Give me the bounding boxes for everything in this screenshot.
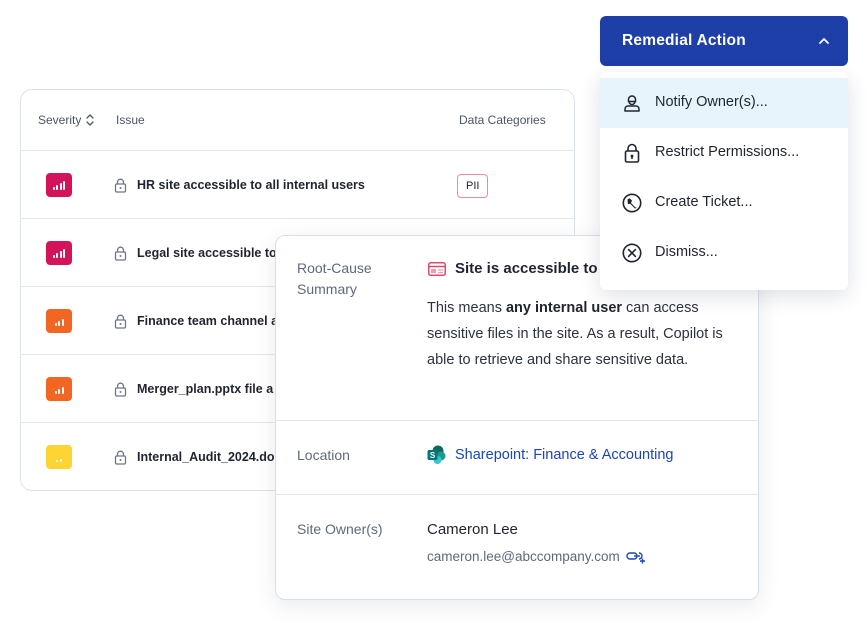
root-cause-label: Root-Cause Summary (297, 260, 372, 297)
severity-high-badge (46, 377, 72, 401)
menu-item-dismiss[interactable]: Dismiss... (600, 228, 848, 278)
description-text: This means (427, 300, 506, 316)
data-category-tag: PII (457, 174, 489, 198)
severity-header-label: Severity (38, 113, 82, 127)
site-owner-label: Site Owner(s) (297, 521, 383, 537)
root-cause-title: Site is accessible to (428, 260, 598, 277)
copy-link-icon[interactable] (626, 550, 646, 564)
chevron-up-icon (819, 38, 829, 44)
location-section: Location S Sharepoint: Finance & Account… (276, 421, 758, 495)
svg-text:S: S (430, 451, 436, 460)
close-circle-icon (622, 243, 642, 263)
description-emphasis: any internal user (505, 300, 623, 316)
lock-icon (624, 143, 640, 163)
issue-text: Internal_Audit_2024.do (137, 450, 275, 464)
issue-text: Finance team channel a (137, 314, 279, 328)
lock-icon (114, 314, 127, 329)
lock-icon (114, 178, 127, 193)
issue-column-header: Issue (116, 113, 145, 127)
severity-medium-badge (46, 445, 72, 469)
owner-email: cameron.lee@abccompany.com (427, 549, 620, 564)
menu-item-label: Restrict Permissions... (655, 144, 800, 160)
lock-icon (114, 246, 127, 261)
severity-high-badge (46, 309, 72, 333)
sharepoint-icon: S (427, 445, 446, 464)
menu-item-restrict-permissions[interactable]: Restrict Permissions... (600, 128, 848, 178)
table-row[interactable]: HR site accessible to all internal users… (21, 151, 574, 219)
severity-column-header[interactable]: Severity (38, 113, 95, 127)
location-link[interactable]: S Sharepoint: Finance & Accounting (427, 445, 673, 465)
data-categories-column-header: Data Categories (459, 113, 546, 127)
remedial-action-button[interactable]: Remedial Action (600, 16, 848, 66)
location-value: Sharepoint: Finance & Accounting (455, 447, 674, 463)
location-label: Location (297, 447, 350, 463)
severity-critical-badge (46, 241, 72, 265)
severity-critical-badge (46, 173, 72, 197)
table-header: Severity Issue Data Categories (21, 90, 574, 151)
owner-name: Cameron Lee (427, 521, 518, 538)
lock-icon (114, 382, 127, 397)
issue-text: HR site accessible to all internal users (137, 178, 365, 192)
site-owner-section: Site Owner(s) Cameron Lee cameron.lee@ab… (276, 495, 758, 600)
owner-email-link[interactable]: cameron.lee@abccompany.com (427, 549, 646, 564)
root-cause-title-text: Site is accessible to (455, 260, 598, 277)
issue-text: Merger_plan.pptx file a (137, 382, 274, 396)
person-icon (624, 95, 640, 112)
root-cause-description: This means any internal user can access … (427, 295, 737, 373)
lock-icon (114, 450, 127, 465)
issue-text: Legal site accessible to (137, 246, 277, 260)
remedial-action-label: Remedial Action (622, 32, 746, 49)
menu-item-create-ticket[interactable]: Create Ticket... (600, 178, 848, 228)
menu-item-label: Dismiss... (655, 244, 718, 260)
menu-item-label: Create Ticket... (655, 194, 753, 210)
remedial-action-menu: Notify Owner(s)... Restrict Permissions.… (600, 72, 848, 290)
browser-window-icon (428, 261, 446, 276)
wrench-icon (622, 193, 642, 213)
sort-icon[interactable] (85, 113, 95, 127)
menu-item-notify-owners[interactable]: Notify Owner(s)... (600, 78, 848, 128)
menu-item-label: Notify Owner(s)... (655, 94, 768, 110)
